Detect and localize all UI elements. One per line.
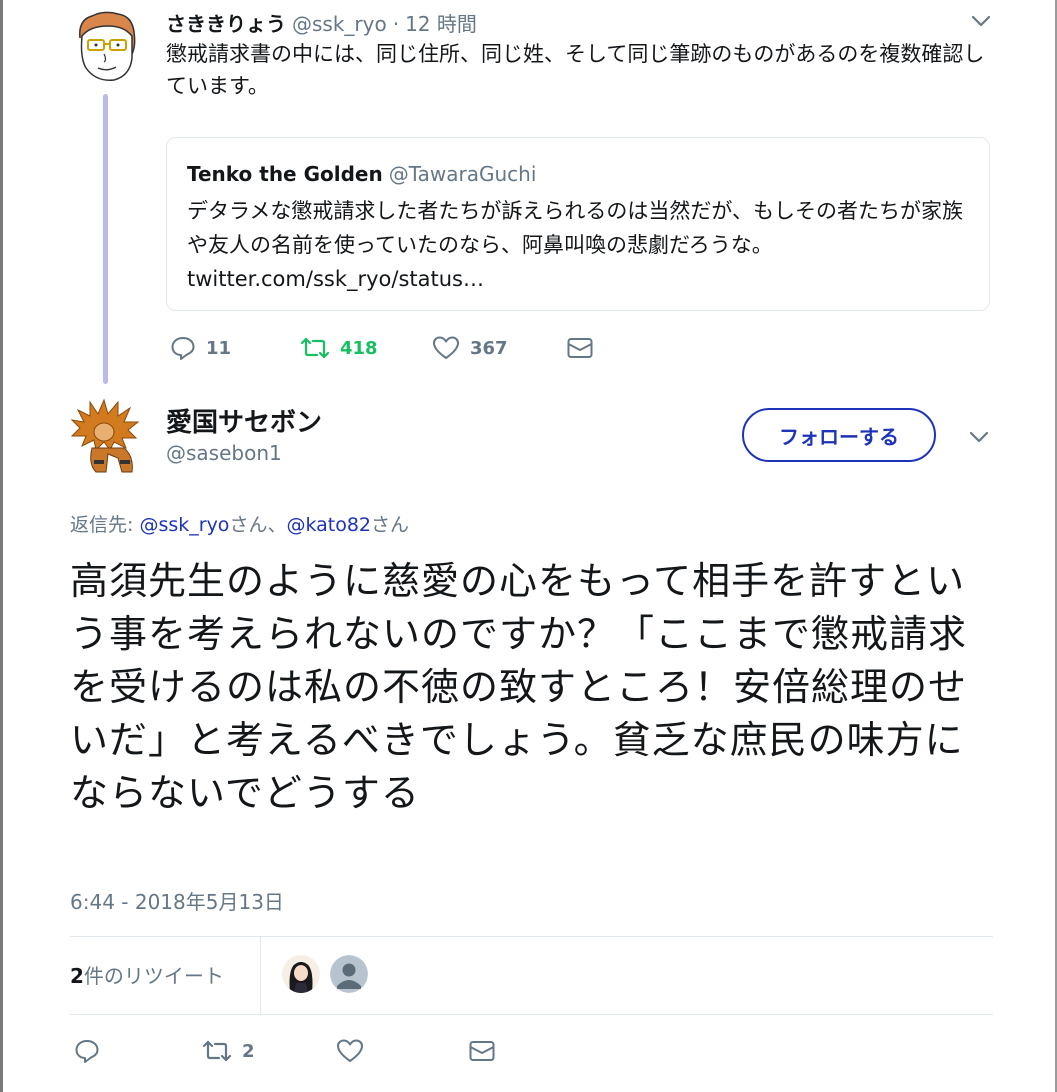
follow-button[interactable]: フォローする <box>742 408 936 462</box>
tweet1-text: 懲戒請求書の中には、同じ住所、同じ姓、そして同じ筆跡のものがあるのを複数確認して… <box>166 42 985 98</box>
chevron-down-icon[interactable] <box>968 430 990 444</box>
tweet1-author-handle[interactable]: @ssk_ryo <box>292 12 387 36</box>
retweeter-avatar[interactable] <box>282 955 320 993</box>
tweet2-author-handle[interactable]: @sasebon1 <box>166 441 282 465</box>
retweet-stats[interactable]: 2件のリツイート <box>70 960 224 989</box>
direct-message-button[interactable] <box>566 333 594 363</box>
quoted-tweet-text: デタラメな懲戒請求した者たちが訴えられるのは当然だが、もしその者たちが家族や友人… <box>187 199 963 257</box>
reply-button[interactable]: 11 <box>170 333 231 363</box>
quoted-tweet-card[interactable]: Tenko the Golden @TawaraGuchi デタラメな懲戒請求した… <box>166 137 990 311</box>
quoted-tweet-header: Tenko the Golden @TawaraGuchi <box>187 162 536 186</box>
anime-girl-avatar-icon <box>282 955 320 993</box>
direct-message-button[interactable] <box>468 1036 496 1066</box>
tweet1-action-bar: 11 418 367 <box>166 333 606 363</box>
quoted-author-handle: @TawaraGuchi <box>388 162 537 186</box>
retweet-count: 2 <box>242 1040 255 1062</box>
tweet1-header: さききりょう @ssk_ryo · 12 時間 <box>166 8 477 37</box>
retweet-icon <box>300 337 330 359</box>
chevron-down-icon[interactable] <box>970 14 992 28</box>
reply-mention-ssk-ryo[interactable]: @ssk_ryo <box>139 514 229 536</box>
avatar[interactable] <box>74 8 138 84</box>
window-left-edge <box>0 0 3 1092</box>
like-button[interactable] <box>336 1036 364 1066</box>
heart-icon <box>337 1039 363 1062</box>
retweet-button[interactable]: 418 <box>300 333 378 363</box>
cartoon-face-avatar-icon <box>79 11 136 81</box>
tweet2-timestamp[interactable]: 6:44 - 2018年5月13日 <box>70 886 284 915</box>
retweeter-avatar[interactable] <box>330 955 368 993</box>
reply-honorific: さん <box>371 514 410 536</box>
divider <box>70 1014 993 1015</box>
reply-button[interactable] <box>74 1036 100 1066</box>
heart-icon <box>433 336 459 359</box>
quoted-tweet-body: デタラメな懲戒請求した者たちが訴えられるのは当然だが、もしその者たちが家族や友人… <box>187 194 977 296</box>
tweet2-author-name[interactable]: 愛国サセボン <box>166 402 322 439</box>
retweet-count: 418 <box>340 337 378 359</box>
like-count: 367 <box>470 337 508 359</box>
retweet-button[interactable]: 2 <box>202 1036 255 1066</box>
lion-character-avatar-icon <box>70 398 140 473</box>
envelope-icon <box>469 1041 495 1061</box>
tweet1-time[interactable]: 12 時間 <box>405 12 477 36</box>
replying-to-line: 返信先: @ssk_ryoさん、@kato82さん <box>70 510 409 537</box>
quoted-tweet-link[interactable]: twitter.com/ssk_ryo/status… <box>187 267 484 291</box>
reply-icon <box>171 337 195 360</box>
divider <box>70 936 993 937</box>
tweet2-action-bar: 2 <box>70 1036 530 1066</box>
tweet1-author-name[interactable]: さききりょう <box>166 12 286 36</box>
reply-mention-kato82[interactable]: @kato82 <box>286 514 371 536</box>
like-button[interactable]: 367 <box>432 333 508 363</box>
retweet-stats-label: 件のリツイート <box>83 964 224 988</box>
reply-count: 11 <box>206 337 232 359</box>
separator-dot: · <box>392 12 400 36</box>
replying-to-label: 返信先: <box>70 514 140 536</box>
envelope-icon <box>567 338 593 358</box>
retweet-stats-count: 2 <box>70 964 84 988</box>
quoted-author-name: Tenko the Golden <box>187 162 383 186</box>
divider <box>260 937 261 1015</box>
default-user-avatar-icon <box>330 955 368 993</box>
retweet-icon <box>202 1040 232 1062</box>
reply-icon <box>75 1040 99 1063</box>
thread-connector-line <box>103 94 108 384</box>
avatar[interactable] <box>70 398 140 476</box>
reply-honorific: さん、 <box>229 514 287 536</box>
tweet2-text: 高須先生のように慈愛の心をもって相手を許すという事を考えられないのですか？「ここ… <box>70 559 968 815</box>
